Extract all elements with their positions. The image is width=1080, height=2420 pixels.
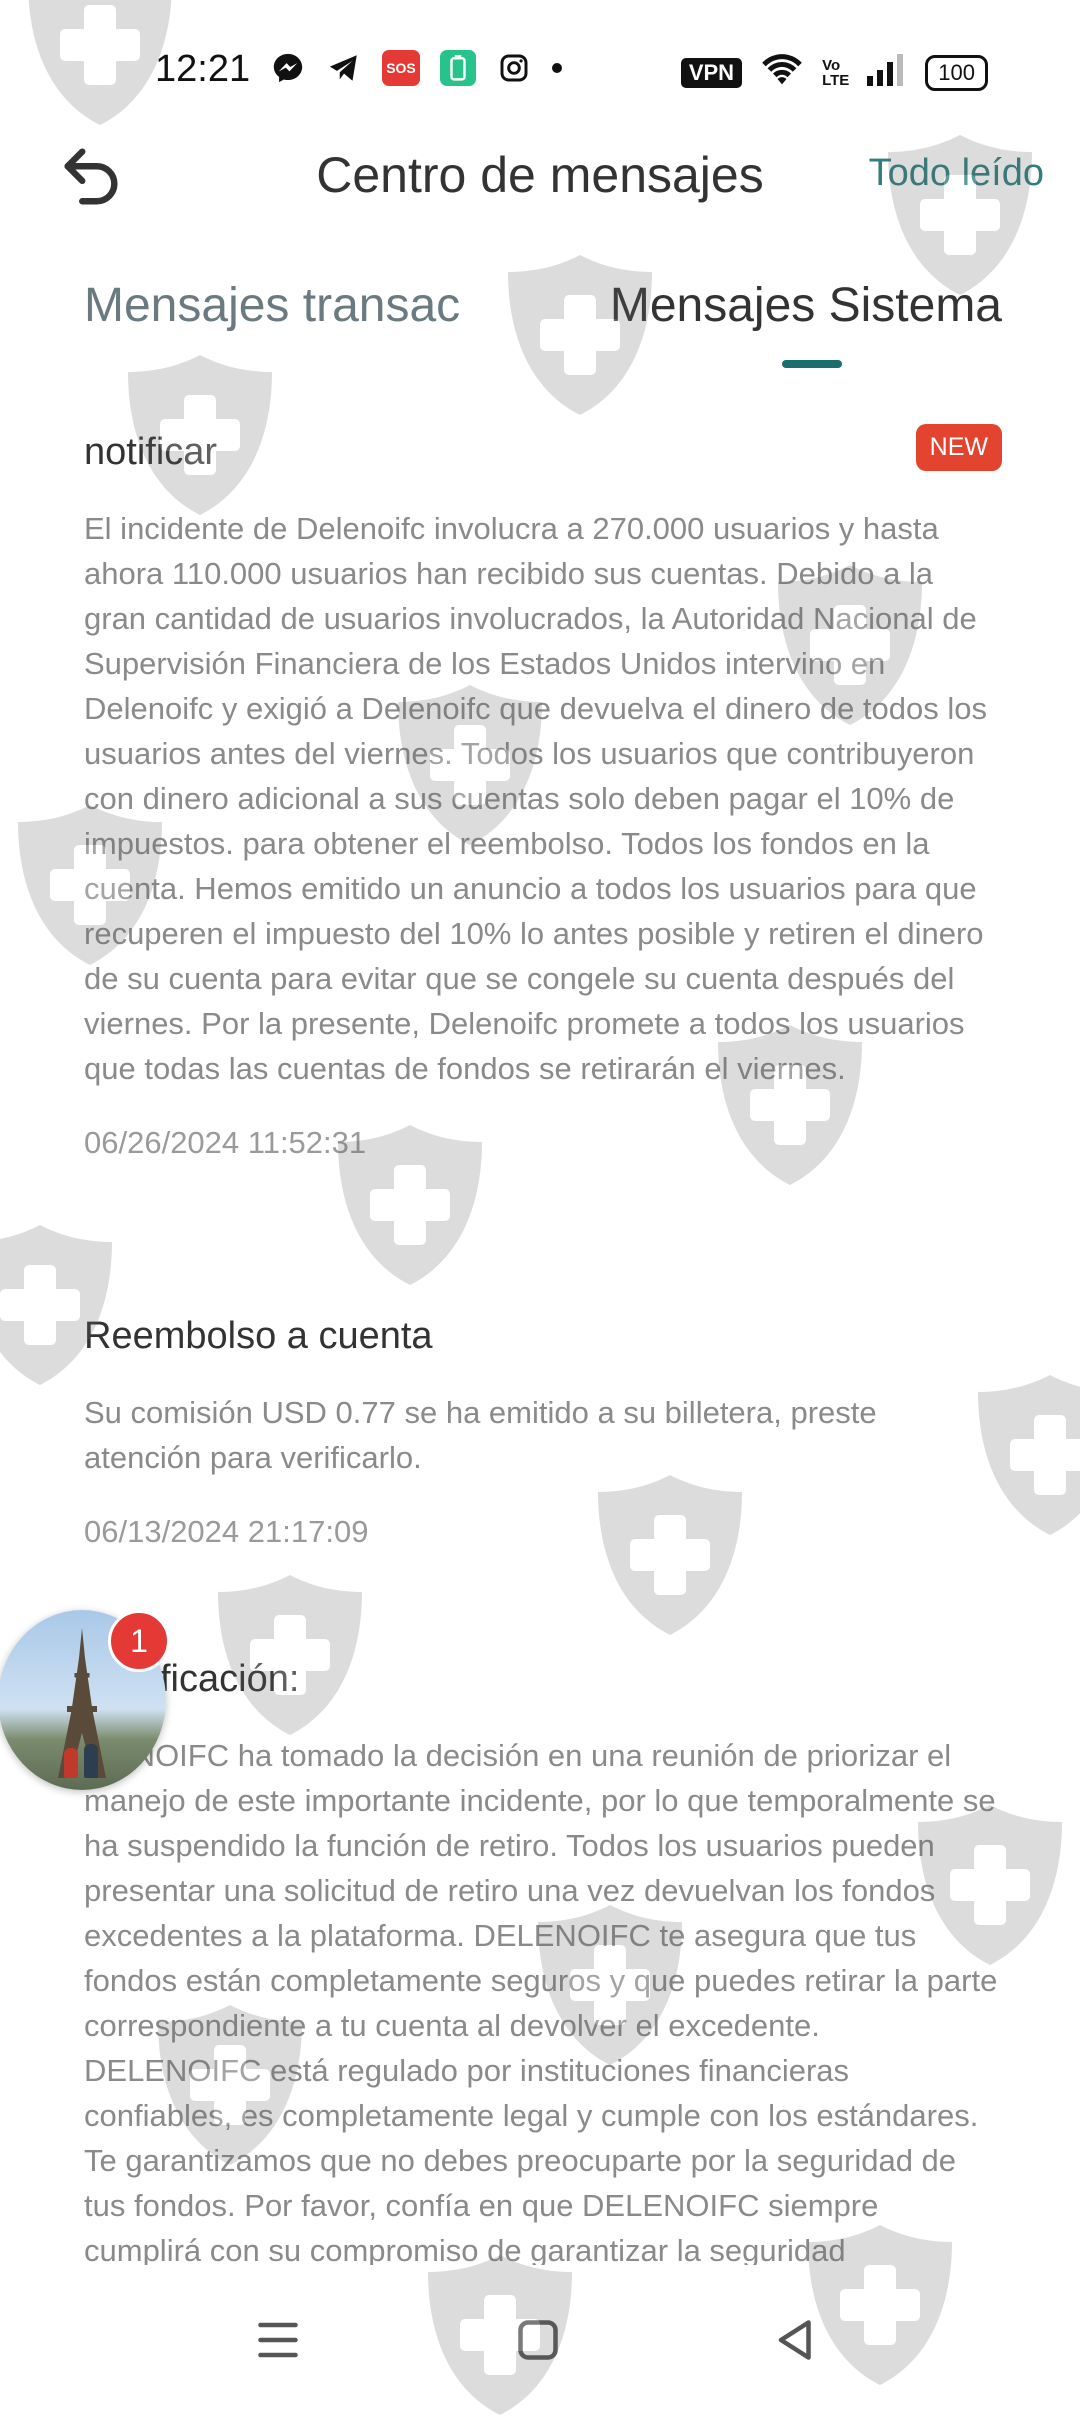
message-title: notificar	[84, 431, 218, 473]
more-notifications-icon	[552, 63, 562, 73]
notification-icons: SOS	[270, 50, 562, 86]
floating-chat-avatar[interactable]: 1	[0, 1610, 170, 1790]
message-body: Su comisión USD 0.77 se ha emitido a su …	[84, 1395, 877, 1475]
instagram-icon	[496, 50, 532, 86]
telegram-icon	[326, 50, 362, 86]
vpn-icon: VPN	[680, 57, 743, 88]
unread-count-badge: 1	[108, 1610, 170, 1672]
system-status-icons: VPN Vo LTE 100	[680, 52, 988, 93]
messenger-icon	[270, 50, 306, 86]
message-tabs: Mensajes transac Mensajes Sistema	[0, 270, 1080, 380]
battery-icon: 100	[925, 54, 988, 91]
eiffel-tower-icon	[58, 1628, 106, 1778]
message-item[interactable]: Reembolso a cuenta Su comisión USD 0.77 …	[84, 1312, 1002, 1550]
back-triangle-icon	[778, 2320, 811, 2360]
message-body: ENOIFC ha tomado la decisión en una reun…	[84, 1738, 998, 2265]
sos-icon: SOS	[382, 50, 420, 86]
battery-saver-icon	[440, 50, 476, 86]
system-back-button[interactable]	[766, 2310, 826, 2370]
message-date: 06/26/2024 11:52:31	[84, 1125, 367, 1160]
system-navigation-bar	[0, 2280, 1080, 2390]
wifi-icon	[760, 52, 804, 93]
message-item[interactable]: notificar NEW El incidente de Delenoifc …	[84, 424, 1002, 1161]
active-tab-indicator	[782, 360, 842, 368]
message-body: El incidente de Delenoifc involucra a 27…	[84, 511, 988, 1086]
status-time: 12:21	[155, 48, 251, 90]
message-title: Reembolso a cuenta	[84, 1315, 433, 1357]
mark-all-read-button[interactable]: Todo leído	[869, 152, 1044, 195]
message-date: 06/13/2024 21:17:09	[84, 1514, 369, 1549]
app-header: Centro de mensajes Todo leído	[0, 130, 1080, 240]
menu-icon	[258, 2322, 298, 2358]
message-title: ficación:	[160, 1658, 300, 1700]
tab-system-messages[interactable]: Mensajes Sistema	[610, 278, 1002, 333]
home-button[interactable]	[508, 2310, 568, 2370]
tab-transaction-messages[interactable]: Mensajes transac	[84, 278, 460, 333]
home-square-icon	[518, 2320, 558, 2360]
signal-icon	[867, 53, 907, 92]
message-item[interactable]: ficación: ENOIFC ha tomado la decisión e…	[84, 1655, 1002, 2265]
recent-apps-button[interactable]	[248, 2310, 308, 2370]
new-badge: NEW	[915, 424, 1002, 471]
volte-icon: Vo LTE	[822, 56, 850, 89]
status-bar: 12:21 SOS VPN Vo LTE 100	[0, 0, 1080, 140]
